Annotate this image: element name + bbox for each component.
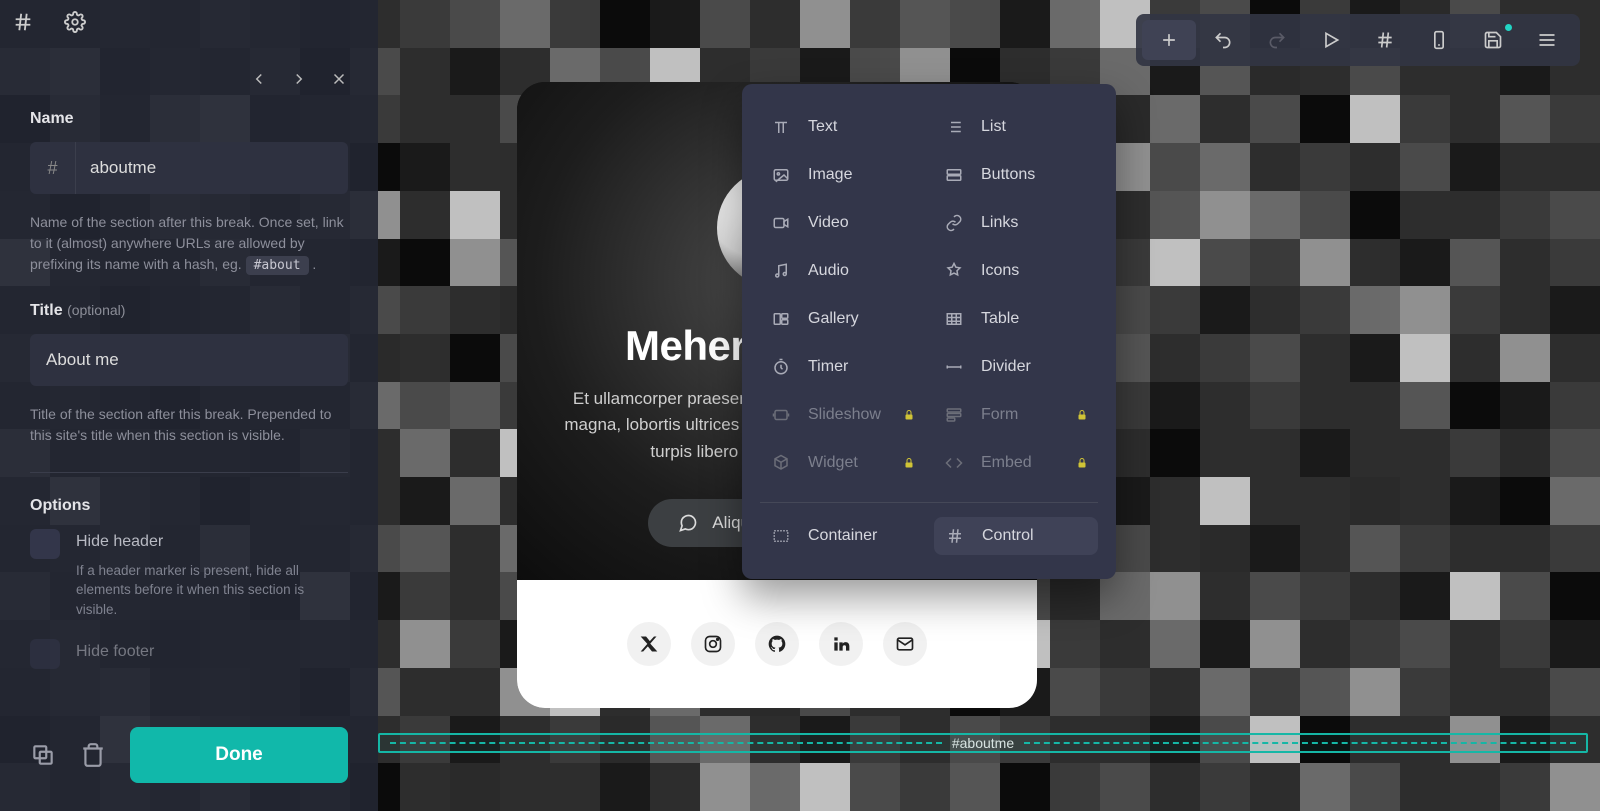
hide-footer-label: Hide footer	[76, 639, 154, 661]
chevron-right-icon[interactable]	[290, 70, 308, 88]
divider	[30, 472, 348, 473]
insert-text[interactable]: Text	[760, 108, 925, 146]
chevron-left-icon[interactable]	[250, 70, 268, 88]
linkedin-icon[interactable]	[819, 622, 863, 666]
insert-control[interactable]: Control	[934, 517, 1098, 555]
insert-widget[interactable]: Widget	[760, 444, 925, 482]
insert-timer[interactable]: Timer	[760, 348, 925, 386]
sections-button[interactable]	[1358, 20, 1412, 60]
options-label: Options	[30, 497, 348, 515]
title-help: Title of the section after this break. P…	[30, 404, 348, 446]
sidebar-tabs	[0, 0, 378, 44]
section-break-label: #aboutme	[952, 735, 1014, 751]
section-break-ruler[interactable]: #aboutme	[378, 733, 1588, 753]
trash-icon[interactable]	[80, 742, 106, 768]
redo-button[interactable]	[1250, 20, 1304, 60]
name-input[interactable]	[76, 158, 348, 178]
hide-footer-checkbox[interactable]	[30, 639, 60, 669]
hash-tab-icon[interactable]	[12, 11, 34, 33]
hide-header-label: Hide header	[76, 529, 348, 551]
form-icon	[945, 406, 965, 424]
insert-links[interactable]: Links	[933, 204, 1098, 242]
widget-icon	[772, 454, 792, 472]
name-help: Name of the section after this break. On…	[30, 212, 348, 276]
dropdown-divider	[760, 502, 1098, 503]
title-label: Title (optional)	[30, 302, 348, 320]
icons-icon	[945, 262, 965, 280]
done-button[interactable]: Done	[130, 727, 348, 783]
duplicate-icon[interactable]	[30, 742, 56, 768]
title-field	[30, 334, 348, 386]
mail-icon[interactable]	[883, 622, 927, 666]
insert-icons[interactable]: Icons	[933, 252, 1098, 290]
top-toolbar	[1136, 14, 1580, 66]
image-icon	[772, 166, 792, 184]
gear-tab-icon[interactable]	[64, 11, 86, 33]
option-hide-footer: Hide footer	[30, 639, 348, 669]
preview-button[interactable]	[1304, 20, 1358, 60]
menu-button[interactable]	[1520, 20, 1574, 60]
instagram-icon[interactable]	[691, 622, 735, 666]
chat-icon	[678, 513, 698, 533]
title-input[interactable]	[46, 350, 332, 370]
insert-menu: TextListImageButtonsVideoLinksAudioIcons…	[742, 84, 1116, 579]
undo-button[interactable]	[1196, 20, 1250, 60]
audio-icon	[772, 262, 792, 280]
insert-buttons[interactable]: Buttons	[933, 156, 1098, 194]
hash-prefix-icon: #	[30, 142, 76, 194]
option-hide-header: Hide header If a header marker is presen…	[30, 529, 348, 620]
name-label: Name	[30, 110, 348, 128]
mobile-button[interactable]	[1412, 20, 1466, 60]
close-icon[interactable]	[330, 70, 348, 88]
unsaved-indicator	[1505, 24, 1512, 31]
insert-list[interactable]: List	[933, 108, 1098, 146]
insert-container[interactable]: Container	[760, 517, 924, 555]
text-icon	[772, 118, 792, 136]
buttons-icon	[945, 166, 965, 184]
slideshow-icon	[772, 406, 792, 424]
insert-slideshow[interactable]: Slideshow	[760, 396, 925, 434]
x-twitter-icon[interactable]	[627, 622, 671, 666]
insert-embed[interactable]: Embed	[933, 444, 1098, 482]
divider-icon	[945, 358, 965, 376]
insert-divider[interactable]: Divider	[933, 348, 1098, 386]
insert-gallery[interactable]: Gallery	[760, 300, 925, 338]
github-icon[interactable]	[755, 622, 799, 666]
save-button[interactable]	[1466, 20, 1520, 60]
links-icon	[945, 214, 965, 232]
insert-video[interactable]: Video	[760, 204, 925, 242]
insert-audio[interactable]: Audio	[760, 252, 925, 290]
hide-header-help: If a header marker is present, hide all …	[76, 561, 348, 620]
social-row	[517, 580, 1037, 708]
gallery-icon	[772, 310, 792, 328]
insert-table[interactable]: Table	[933, 300, 1098, 338]
hide-header-checkbox[interactable]	[30, 529, 60, 559]
timer-icon	[772, 358, 792, 376]
embed-icon	[945, 454, 965, 472]
table-icon	[945, 310, 965, 328]
list-icon	[945, 118, 965, 136]
video-icon	[772, 214, 792, 232]
insert-form[interactable]: Form	[933, 396, 1098, 434]
insert-image[interactable]: Image	[760, 156, 925, 194]
name-field: #	[30, 142, 348, 194]
add-button[interactable]	[1142, 20, 1196, 60]
inspector-panel: Name # Name of the section after this br…	[0, 0, 378, 811]
